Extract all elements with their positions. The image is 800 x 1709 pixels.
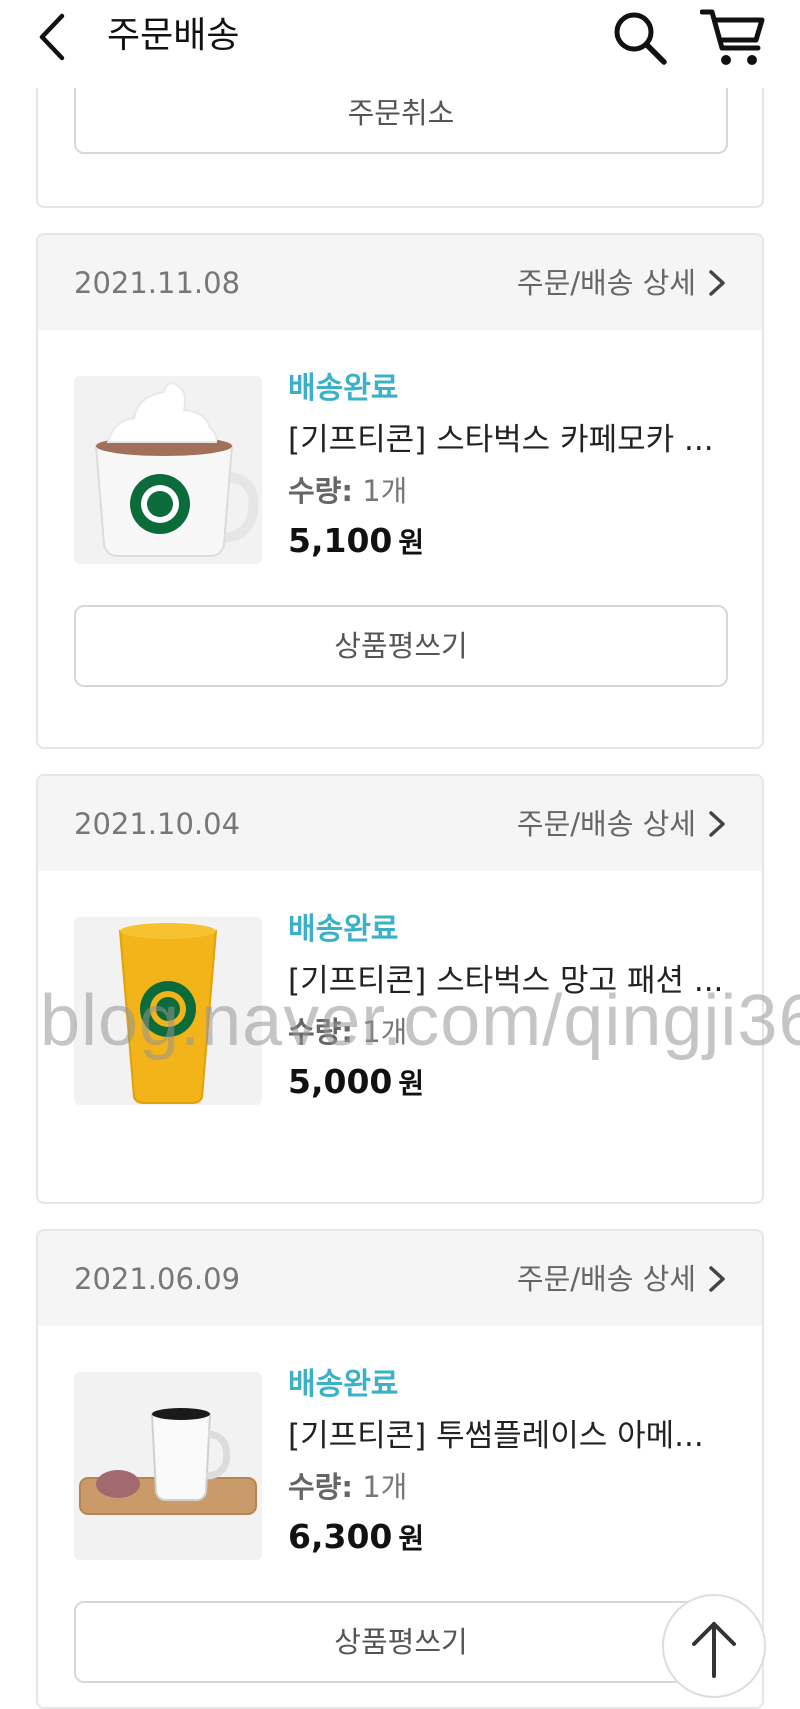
price: 5,000 원: [288, 1060, 424, 1106]
order-card-header: 2021.06.09 주문/배송 상세: [38, 1231, 762, 1326]
quantity: 수량: 1개: [288, 471, 407, 511]
search-icon[interactable]: [610, 8, 670, 68]
order-detail-link[interactable]: 주문/배송 상세: [517, 265, 728, 301]
arrow-up-icon: [692, 1622, 736, 1678]
app-header: 주문배송: [0, 0, 800, 88]
page-title: 주문배송: [107, 15, 240, 56]
product-name[interactable]: [기프티콘] 스타벅스 카페모카 ...: [288, 420, 714, 460]
price-value: 5,100: [288, 521, 393, 560]
order-detail-label: 주문/배송 상세: [516, 807, 696, 841]
order-date: 2021.11.08: [74, 266, 241, 300]
delivery-status: 배송완료: [288, 371, 399, 406]
currency-label: 원: [398, 1067, 425, 1100]
caffe-mocha-cup-image: [74, 376, 262, 564]
americano-macaron-image: [74, 1372, 262, 1560]
currency-label: 원: [398, 1522, 425, 1555]
order-detail-label: 주문/배송 상세: [516, 1262, 696, 1296]
price-value: 5,000: [288, 1062, 393, 1101]
price-value: 6,300: [288, 1517, 393, 1556]
quantity-label: 수량:: [288, 1015, 353, 1049]
product-name[interactable]: [기프티콘] 투썸플레이스 아메...: [288, 1416, 704, 1456]
quantity-value: 1개: [362, 474, 408, 508]
order-card-header: 2021.11.08 주문/배송 상세: [38, 235, 762, 330]
order-detail-link[interactable]: 주문/배송 상세: [517, 806, 728, 842]
quantity-value: 1개: [362, 1015, 408, 1049]
product-thumbnail[interactable]: [74, 376, 262, 564]
mango-passion-frappuccino-image: [74, 917, 262, 1105]
write-review-button[interactable]: 상품평쓰기: [74, 605, 728, 687]
quantity: 수량: 1개: [288, 1467, 407, 1507]
back-chevron-icon[interactable]: [30, 12, 80, 62]
product-thumbnail[interactable]: [74, 917, 262, 1105]
chevron-right-icon: [709, 1266, 725, 1292]
order-card: 2021.10.04 주문/배송 상세 배송완료 [기프티콘] 스타벅스 망고 …: [36, 774, 764, 1204]
order-date: 2021.06.09: [74, 1262, 241, 1296]
quantity-label: 수량:: [288, 1470, 353, 1504]
order-card-header: 2021.10.04 주문/배송 상세: [38, 776, 762, 871]
order-card: 2021.06.09 주문/배송 상세 배송완료 [기프티콘] 투썸플레이스 아…: [36, 1229, 764, 1709]
product-thumbnail[interactable]: [74, 1372, 262, 1560]
chevron-right-icon: [709, 811, 725, 837]
product-name[interactable]: [기프티콘] 스타벅스 망고 패션 ...: [288, 961, 723, 1001]
quantity-label: 수량:: [288, 474, 353, 508]
write-review-button[interactable]: 상품평쓰기: [74, 1601, 728, 1683]
quantity: 수량: 1개: [288, 1012, 407, 1052]
delivery-status: 배송완료: [288, 912, 399, 947]
quantity-value: 1개: [362, 1470, 408, 1504]
chevron-right-icon: [709, 270, 725, 296]
order-detail-link[interactable]: 주문/배송 상세: [517, 1261, 728, 1297]
cart-icon[interactable]: [700, 6, 768, 68]
price: 6,300 원: [288, 1515, 424, 1561]
price: 5,100 원: [288, 519, 424, 565]
delivery-status: 배송완료: [288, 1367, 399, 1402]
order-detail-label: 주문/배송 상세: [516, 266, 696, 300]
scroll-to-top-button[interactable]: [662, 1594, 766, 1698]
order-date: 2021.10.04: [74, 807, 241, 841]
order-card: 2021.11.08 주문/배송 상세 배송완료 [기프티콘] 스타벅스 카페모…: [36, 233, 764, 749]
currency-label: 원: [398, 526, 425, 559]
